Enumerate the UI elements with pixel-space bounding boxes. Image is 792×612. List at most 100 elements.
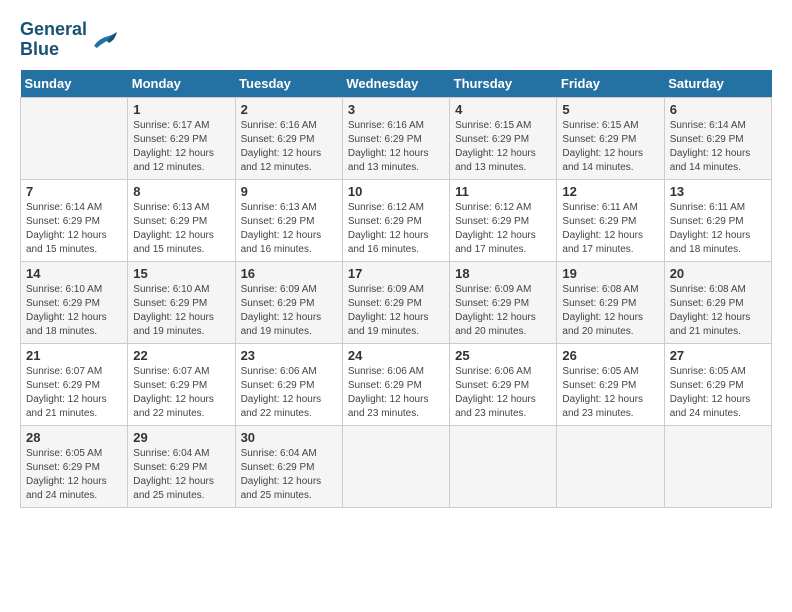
day-number: 23 [241, 348, 337, 363]
day-info: Sunrise: 6:13 AM Sunset: 6:29 PM Dayligh… [133, 201, 229, 257]
day-number: 5 [562, 102, 658, 117]
day-info: Sunrise: 6:17 AM Sunset: 6:29 PM Dayligh… [133, 119, 229, 175]
calendar-cell: 26 Sunrise: 6:05 AM Sunset: 6:29 PM Dayli… [557, 343, 664, 425]
calendar-cell [557, 425, 664, 507]
calendar-cell: 13 Sunrise: 6:11 AM Sunset: 6:29 PM Dayli… [664, 179, 771, 261]
day-number: 6 [670, 102, 766, 117]
day-info: Sunrise: 6:08 AM Sunset: 6:29 PM Dayligh… [670, 283, 766, 339]
calendar-cell: 29 Sunrise: 6:04 AM Sunset: 6:29 PM Dayli… [128, 425, 235, 507]
calendar-cell: 28 Sunrise: 6:05 AM Sunset: 6:29 PM Dayli… [21, 425, 128, 507]
day-info: Sunrise: 6:06 AM Sunset: 6:29 PM Dayligh… [348, 365, 444, 421]
day-number: 9 [241, 184, 337, 199]
calendar-cell: 23 Sunrise: 6:06 AM Sunset: 6:29 PM Dayli… [235, 343, 342, 425]
day-info: Sunrise: 6:07 AM Sunset: 6:29 PM Dayligh… [133, 365, 229, 421]
day-info: Sunrise: 6:14 AM Sunset: 6:29 PM Dayligh… [26, 201, 122, 257]
calendar-cell: 25 Sunrise: 6:06 AM Sunset: 6:29 PM Dayli… [450, 343, 557, 425]
calendar-cell: 24 Sunrise: 6:06 AM Sunset: 6:29 PM Dayli… [342, 343, 449, 425]
day-info: Sunrise: 6:06 AM Sunset: 6:29 PM Dayligh… [241, 365, 337, 421]
calendar-cell: 7 Sunrise: 6:14 AM Sunset: 6:29 PM Daylig… [21, 179, 128, 261]
day-info: Sunrise: 6:05 AM Sunset: 6:29 PM Dayligh… [670, 365, 766, 421]
calendar-cell: 4Sunrise: 6:15 AM Sunset: 6:29 PM Daylig… [450, 97, 557, 179]
day-number: 14 [26, 266, 122, 281]
page-header: General Blue [20, 20, 772, 60]
calendar-cell: 10 Sunrise: 6:12 AM Sunset: 6:29 PM Dayli… [342, 179, 449, 261]
calendar-week-row: 7 Sunrise: 6:14 AM Sunset: 6:29 PM Daylig… [21, 179, 772, 261]
calendar-table: SundayMondayTuesdayWednesdayThursdayFrid… [20, 70, 772, 508]
day-info: Sunrise: 6:05 AM Sunset: 6:29 PM Dayligh… [562, 365, 658, 421]
day-number: 15 [133, 266, 229, 281]
day-info: Sunrise: 6:12 AM Sunset: 6:29 PM Dayligh… [348, 201, 444, 257]
calendar-week-row: 21 Sunrise: 6:07 AM Sunset: 6:29 PM Dayli… [21, 343, 772, 425]
day-number: 20 [670, 266, 766, 281]
day-number: 19 [562, 266, 658, 281]
logo: General Blue [20, 20, 119, 60]
calendar-cell [21, 97, 128, 179]
day-info: Sunrise: 6:11 AM Sunset: 6:29 PM Dayligh… [670, 201, 766, 257]
day-number: 25 [455, 348, 551, 363]
day-info: Sunrise: 6:12 AM Sunset: 6:29 PM Dayligh… [455, 201, 551, 257]
calendar-cell: 22 Sunrise: 6:07 AM Sunset: 6:29 PM Dayli… [128, 343, 235, 425]
day-info: Sunrise: 6:10 AM Sunset: 6:29 PM Dayligh… [133, 283, 229, 339]
day-info: Sunrise: 6:06 AM Sunset: 6:29 PM Dayligh… [455, 365, 551, 421]
day-number: 1 [133, 102, 229, 117]
day-info: Sunrise: 6:09 AM Sunset: 6:29 PM Dayligh… [455, 283, 551, 339]
day-number: 29 [133, 430, 229, 445]
calendar-cell: 6 Sunrise: 6:14 AM Sunset: 6:29 PM Daylig… [664, 97, 771, 179]
day-number: 3 [348, 102, 444, 117]
calendar-header-row: SundayMondayTuesdayWednesdayThursdayFrid… [21, 70, 772, 98]
calendar-cell: 21Sunrise: 6:07 AM Sunset: 6:29 PM Dayli… [21, 343, 128, 425]
calendar-cell: 8Sunrise: 6:13 AM Sunset: 6:29 PM Daylig… [128, 179, 235, 261]
day-number: 30 [241, 430, 337, 445]
day-info: Sunrise: 6:08 AM Sunset: 6:29 PM Dayligh… [562, 283, 658, 339]
calendar-cell: 17 Sunrise: 6:09 AM Sunset: 6:29 PM Dayli… [342, 261, 449, 343]
day-header-sunday: Sunday [21, 70, 128, 98]
calendar-cell: 27 Sunrise: 6:05 AM Sunset: 6:29 PM Dayli… [664, 343, 771, 425]
day-header-wednesday: Wednesday [342, 70, 449, 98]
day-number: 17 [348, 266, 444, 281]
calendar-week-row: 14 Sunrise: 6:10 AM Sunset: 6:29 PM Dayli… [21, 261, 772, 343]
calendar-week-row: 28 Sunrise: 6:05 AM Sunset: 6:29 PM Dayli… [21, 425, 772, 507]
day-header-monday: Monday [128, 70, 235, 98]
day-header-friday: Friday [557, 70, 664, 98]
day-number: 2 [241, 102, 337, 117]
day-header-saturday: Saturday [664, 70, 771, 98]
calendar-cell: 16Sunrise: 6:09 AM Sunset: 6:29 PM Dayli… [235, 261, 342, 343]
logo-text: General Blue [20, 20, 87, 60]
calendar-cell: 2 Sunrise: 6:16 AM Sunset: 6:29 PM Daylig… [235, 97, 342, 179]
day-number: 4 [455, 102, 551, 117]
day-number: 27 [670, 348, 766, 363]
day-info: Sunrise: 6:16 AM Sunset: 6:29 PM Dayligh… [348, 119, 444, 175]
calendar-cell [664, 425, 771, 507]
day-number: 10 [348, 184, 444, 199]
day-info: Sunrise: 6:09 AM Sunset: 6:29 PM Dayligh… [348, 283, 444, 339]
calendar-cell: 11 Sunrise: 6:12 AM Sunset: 6:29 PM Dayli… [450, 179, 557, 261]
calendar-cell: 18 Sunrise: 6:09 AM Sunset: 6:29 PM Dayli… [450, 261, 557, 343]
calendar-cell: 1 Sunrise: 6:17 AM Sunset: 6:29 PM Daylig… [128, 97, 235, 179]
day-number: 12 [562, 184, 658, 199]
day-info: Sunrise: 6:11 AM Sunset: 6:29 PM Dayligh… [562, 201, 658, 257]
calendar-cell: 3 Sunrise: 6:16 AM Sunset: 6:29 PM Daylig… [342, 97, 449, 179]
day-number: 28 [26, 430, 122, 445]
day-info: Sunrise: 6:16 AM Sunset: 6:29 PM Dayligh… [241, 119, 337, 175]
day-number: 22 [133, 348, 229, 363]
day-number: 18 [455, 266, 551, 281]
day-number: 26 [562, 348, 658, 363]
day-number: 24 [348, 348, 444, 363]
day-info: Sunrise: 6:14 AM Sunset: 6:29 PM Dayligh… [670, 119, 766, 175]
day-number: 11 [455, 184, 551, 199]
day-info: Sunrise: 6:04 AM Sunset: 6:29 PM Dayligh… [133, 447, 229, 503]
calendar-week-row: 1 Sunrise: 6:17 AM Sunset: 6:29 PM Daylig… [21, 97, 772, 179]
calendar-cell: 14Sunrise: 6:10 AM Sunset: 6:29 PM Dayli… [21, 261, 128, 343]
calendar-cell: 30 Sunrise: 6:04 AM Sunset: 6:29 PM Dayli… [235, 425, 342, 507]
calendar-cell: 9Sunrise: 6:13 AM Sunset: 6:29 PM Daylig… [235, 179, 342, 261]
day-info: Sunrise: 6:05 AM Sunset: 6:29 PM Dayligh… [26, 447, 122, 503]
day-header-tuesday: Tuesday [235, 70, 342, 98]
day-number: 7 [26, 184, 122, 199]
day-number: 13 [670, 184, 766, 199]
day-info: Sunrise: 6:09 AM Sunset: 6:29 PM Dayligh… [241, 283, 337, 339]
calendar-cell: 12 Sunrise: 6:11 AM Sunset: 6:29 PM Dayli… [557, 179, 664, 261]
day-info: Sunrise: 6:04 AM Sunset: 6:29 PM Dayligh… [241, 447, 337, 503]
calendar-cell [450, 425, 557, 507]
day-number: 21 [26, 348, 122, 363]
calendar-cell: 20 Sunrise: 6:08 AM Sunset: 6:29 PM Dayli… [664, 261, 771, 343]
